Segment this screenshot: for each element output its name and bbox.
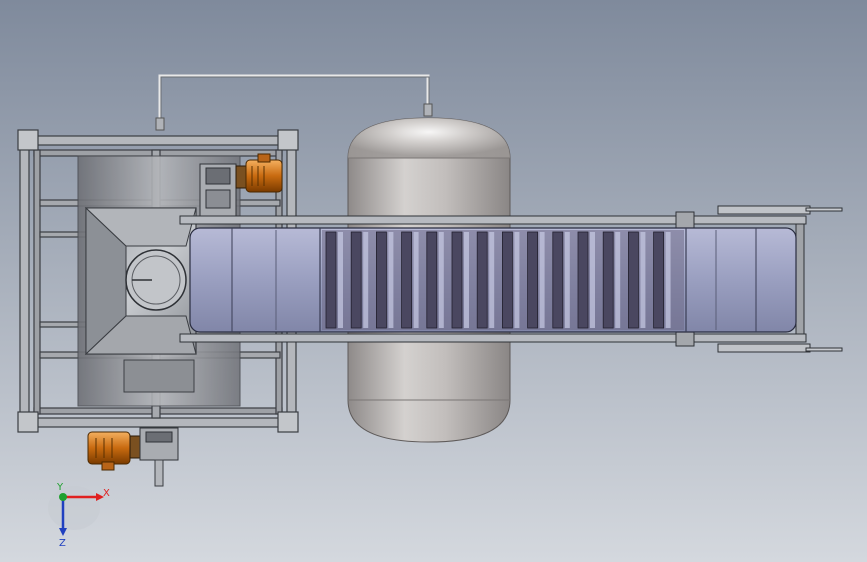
conveyor-slat xyxy=(476,231,488,329)
conveyor-slat xyxy=(628,231,639,329)
conveyor-slat xyxy=(552,231,564,329)
conveyor-slat xyxy=(527,231,538,329)
conveyor-slat xyxy=(653,231,664,329)
conveyor-slat xyxy=(577,231,589,329)
conveyor-slat xyxy=(451,231,463,329)
conveyor-slat-gap xyxy=(464,232,469,328)
conveyor-slat-gap xyxy=(388,232,394,328)
conveyor-slat-gap xyxy=(539,232,545,328)
conveyor-slat-gap xyxy=(615,232,621,328)
conveyor-slat-gap xyxy=(489,232,495,328)
conveyor-slat xyxy=(375,231,387,329)
conveyor-slat xyxy=(501,231,513,329)
conveyor-slat-gap xyxy=(438,232,444,328)
feed-hopper[interactable] xyxy=(84,206,197,356)
axis-y-label: Y xyxy=(56,482,64,493)
conveyor-slat-gap xyxy=(590,232,595,328)
axis-x-label: X xyxy=(103,488,110,499)
conveyor-slat xyxy=(602,231,614,329)
conveyor-slat-gap xyxy=(413,232,419,328)
cad-viewport[interactable]: X Y Z xyxy=(0,0,867,562)
conveyor-slat-gap xyxy=(338,232,343,328)
conveyor-slat-gap xyxy=(665,232,671,328)
conveyor-slat-gap xyxy=(514,232,520,328)
axis-z-label: Z xyxy=(59,538,66,549)
conveyor-slat-gap xyxy=(564,232,570,328)
conveyor-slat-gap xyxy=(363,232,369,328)
conveyor-slat xyxy=(350,231,362,329)
conveyor-slat xyxy=(426,231,438,329)
conveyor-slat xyxy=(401,231,413,329)
conveyor-slat xyxy=(325,231,337,329)
conveyor-slat-gap xyxy=(640,232,646,328)
